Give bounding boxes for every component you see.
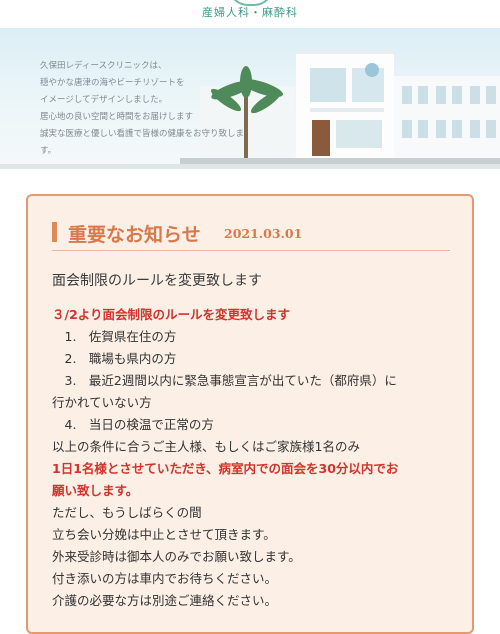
title-accent-bar: [52, 222, 57, 242]
notice-line: 付き添いの方は車内でお待ちください。: [52, 571, 278, 586]
hero-banner: 久保田レディースクリニックは、 穏やかな唐津の海やビーチリゾートを イメージして…: [0, 28, 500, 169]
notice-line: 外来受診時は御本人のみでお願い致します。: [52, 549, 301, 564]
notice-line: 介護の必要な方は別途ご連絡ください。: [52, 593, 278, 608]
site-header: 産婦人科・麻酔科: [0, 0, 500, 28]
notice-line: 2. 職場も県内の方: [52, 351, 177, 366]
department-label: 産婦人科・麻酔科: [202, 6, 298, 19]
notice-line: 立ち会い分娩は中止とさせて頂きます。: [52, 527, 276, 542]
important-notice-box: 重要なお知らせ 2021.03.01 面会制限のルールを変更致します ３/2より…: [26, 194, 474, 634]
notice-line: 以上の条件に合うご主人様、もしくはご家族様1名のみ: [52, 439, 360, 454]
notice-date: 2021.03.01: [224, 226, 303, 241]
notice-title: 重要なお知らせ: [68, 224, 201, 246]
clinic-intro-text: 久保田レディースクリニックは、 穏やかな唐津の海やビーチリゾートを イメージして…: [40, 61, 245, 156]
notice-line: 願い致します。: [52, 483, 139, 498]
notice-line: 行かれていない方: [52, 395, 152, 410]
notice-line: ただし、もうしばらくの間: [52, 505, 202, 520]
notice-line: 3. 最近2週間以内に緊急事態宣言が出ていた（都府県）に: [52, 373, 397, 388]
notice-subheading: 面会制限のルールを変更致します: [52, 273, 262, 289]
notice-line: 4. 当日の検温で正常の方: [52, 417, 214, 432]
notice-line: 1日1名様とさせていただき、病室内での面会を30分以内でお: [52, 461, 399, 476]
notice-line: ３/2より面会制限のルールを変更致します: [52, 307, 291, 322]
notice-line: 1. 佐賀県在住の方: [52, 329, 177, 344]
notice-body: ３/2より面会制限のルールを変更致します 1. 佐賀県在住の方 2. 職場も県内…: [52, 304, 452, 612]
notice-header: 重要なお知らせ 2021.03.01: [52, 220, 450, 251]
